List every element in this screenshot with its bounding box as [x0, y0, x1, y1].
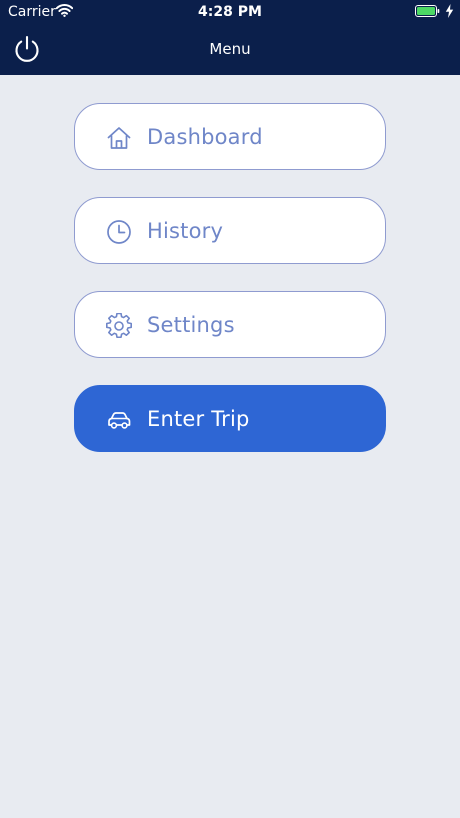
dashboard-label: Dashboard: [147, 125, 263, 149]
charging-bolt-icon: [445, 4, 454, 18]
status-time: 4:28 PM: [198, 4, 262, 20]
settings-button[interactable]: Settings: [74, 291, 386, 358]
history-button[interactable]: History: [74, 197, 386, 264]
menu-list: Dashboard History Settings Enter Trip: [74, 103, 386, 479]
menu-screen: Carrier 4:28 PM Menu Dashboard History S…: [0, 0, 460, 818]
car-icon: [108, 412, 131, 429]
navigation-bar: Carrier 4:28 PM Menu: [0, 0, 460, 75]
settings-label: Settings: [147, 313, 235, 337]
page-title: Menu: [209, 40, 251, 58]
status-bar: Carrier 4:28 PM: [0, 0, 460, 24]
enter-trip-label: Enter Trip: [147, 407, 250, 431]
enter-trip-button[interactable]: Enter Trip: [74, 385, 386, 452]
gear-icon: [106, 313, 132, 339]
battery-icon: [415, 5, 440, 17]
dashboard-button[interactable]: Dashboard: [74, 103, 386, 170]
clock-icon: [107, 220, 131, 244]
home-icon: [107, 127, 131, 149]
history-label: History: [147, 219, 224, 243]
